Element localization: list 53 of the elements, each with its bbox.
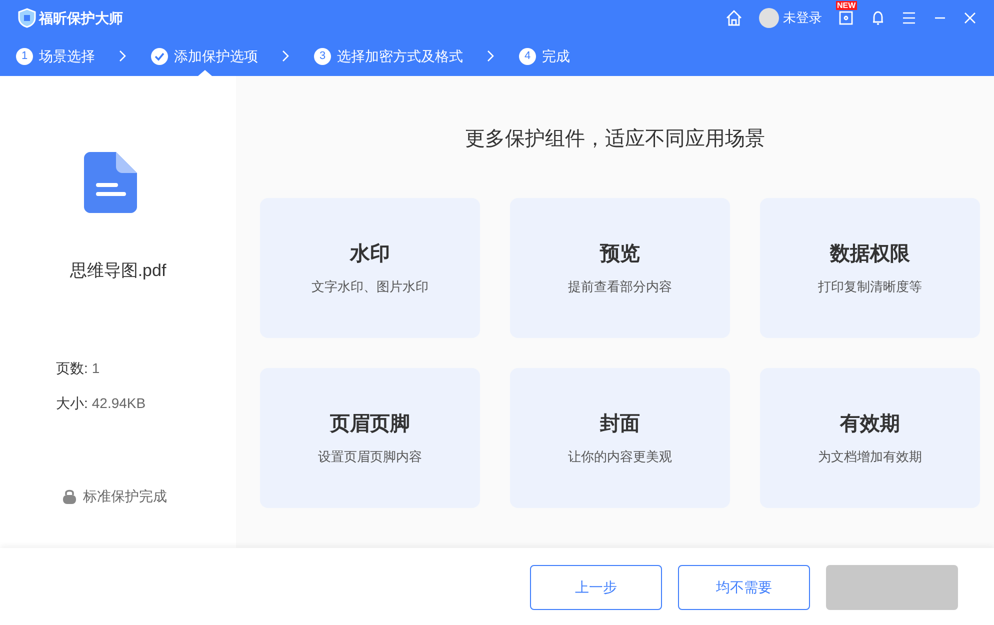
menu-icon[interactable] [902, 11, 916, 25]
protection-status: 标准保护完成 [83, 486, 167, 506]
avatar-icon[interactable] [759, 8, 779, 28]
card-title: 页眉页脚 [330, 412, 410, 438]
card-title: 数据权限 [830, 242, 910, 268]
option-card[interactable]: 封面 让你的内容更美观 [510, 368, 730, 508]
bell-icon[interactable] [870, 10, 886, 26]
option-card[interactable]: 水印 文字水印、图片水印 [260, 198, 480, 338]
file-name: 思维导图.pdf [68, 260, 168, 282]
lock-icon [62, 488, 77, 504]
card-description: 提前查看部分内容 [568, 278, 672, 296]
new-badge: NEW [836, 1, 857, 10]
check-icon [151, 48, 168, 64]
card-title: 有效期 [840, 412, 900, 438]
close-icon[interactable] [964, 12, 976, 24]
shield-logo-icon [18, 8, 36, 28]
chevron-icon [487, 50, 495, 62]
option-card[interactable]: 页眉页脚 设置页眉页脚内容 [260, 368, 480, 508]
chevron-icon [119, 50, 127, 62]
step-tab[interactable]: 4 完成 [519, 36, 570, 76]
option-card[interactable]: 数据权限 打印复制清晰度等 [760, 198, 980, 338]
pages-label: 页数: [56, 358, 88, 378]
card-title: 预览 [600, 242, 640, 268]
step-label: 添加保护选项 [174, 46, 258, 66]
chevron-icon [282, 50, 290, 62]
card-description: 为文档增加有效期 [818, 448, 922, 466]
step-number: 3 [314, 48, 331, 64]
step-tab[interactable]: 1 场景选择 [16, 36, 95, 76]
document-icon [84, 152, 137, 213]
step-tab[interactable]: 3 选择加密方式及格式 [314, 36, 463, 76]
pages-value: 1 [92, 358, 100, 378]
home-icon[interactable] [725, 9, 743, 27]
option-card[interactable]: 预览 提前查看部分内容 [510, 198, 730, 338]
step-button[interactable]: 均不需要 [678, 565, 810, 610]
step-number: 1 [16, 48, 33, 64]
step-label: 场景选择 [39, 46, 95, 66]
card-description: 文字水印、图片水印 [312, 278, 428, 296]
step-button[interactable]: 上一步 [530, 565, 662, 610]
section-heading: 更多保护组件，适应不同应用场景 [465, 127, 765, 152]
login-link[interactable]: 未登录 [783, 8, 822, 28]
option-card[interactable]: 有效期 为文档增加有效期 [760, 368, 980, 508]
size-label: 大小: [56, 394, 88, 412]
card-title: 水印 [350, 242, 390, 268]
size-value: 42.94KB [92, 394, 146, 412]
card-description: 让你的内容更美观 [568, 448, 672, 466]
card-title: 封面 [600, 412, 640, 438]
card-description: 设置页眉页脚内容 [318, 448, 422, 466]
step-label: 完成 [542, 46, 570, 66]
card-description: 打印复制清晰度等 [818, 278, 922, 296]
step-label: 选择加密方式及格式 [337, 46, 463, 66]
app-title: 福昕保护大师 [39, 8, 123, 28]
step-number: 4 [519, 48, 536, 64]
safe-icon[interactable] [838, 10, 854, 26]
